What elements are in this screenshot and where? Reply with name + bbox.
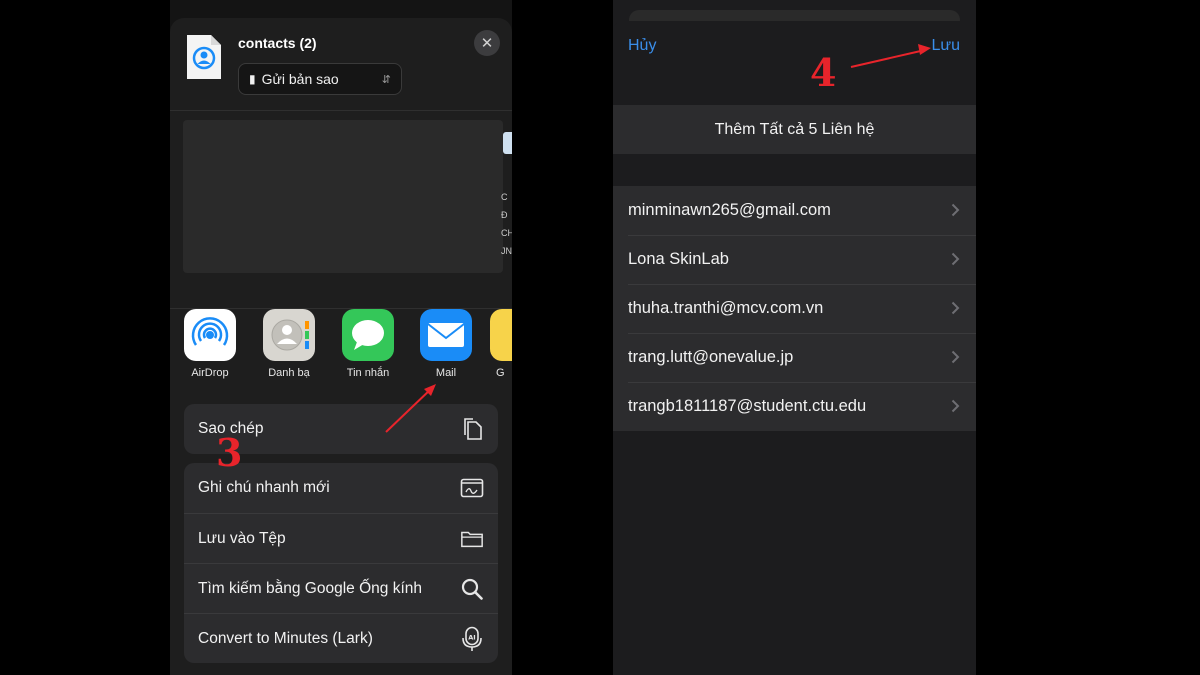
share-app-messages[interactable]: Tin nhắn bbox=[333, 309, 403, 379]
action-label: Tìm kiếm bằng Google Ống kính bbox=[198, 579, 423, 597]
contact-row[interactable]: thuha.tranthi@mcv.com.vn bbox=[613, 284, 976, 333]
quick-note-icon bbox=[460, 476, 484, 500]
action-label: Lưu vào Tệp bbox=[198, 529, 286, 547]
share-actions-group: Ghi chú nhanh mới Lưu vào Tệp Tìm kiếm b… bbox=[184, 463, 498, 663]
annotation-arrow-4 bbox=[850, 44, 931, 68]
close-icon: ✕ bbox=[480, 35, 494, 52]
copy-icon bbox=[460, 417, 484, 441]
share-sheet-header: contacts (2) ▮ Gửi bản sao ⇵ ✕ bbox=[170, 18, 512, 111]
add-all-contacts-button[interactable]: Thêm Tất cả 5 Liên hệ bbox=[613, 105, 976, 154]
step-marker-4: 4 bbox=[810, 50, 837, 95]
contact-list: minminawn265@gmail.com Lona SkinLab thuh… bbox=[613, 186, 976, 431]
step-marker-3: 3 bbox=[216, 430, 243, 475]
file-preview bbox=[183, 120, 503, 273]
mail-icon bbox=[420, 309, 472, 361]
app-label: Danh bạ bbox=[268, 367, 310, 379]
action-convert-minutes[interactable]: Convert to Minutes (Lark) AI bbox=[184, 613, 498, 663]
airdrop-icon bbox=[184, 309, 236, 361]
contact-name: thuha.tranthi@mcv.com.vn bbox=[628, 299, 824, 317]
preview-peek-text: C Đ CH JN bbox=[501, 192, 512, 256]
app-label: AirDrop bbox=[191, 367, 229, 379]
share-app-airdrop[interactable]: AirDrop bbox=[175, 309, 245, 379]
chevron-right-icon bbox=[951, 301, 960, 315]
contact-row[interactable]: trangb1811187@student.ctu.edu bbox=[613, 382, 976, 431]
save-button[interactable]: Lưu bbox=[931, 37, 960, 55]
action-google-lens[interactable]: Tìm kiếm bằng Google Ống kính bbox=[184, 563, 498, 613]
contact-name: trangb1811187@student.ctu.edu bbox=[628, 397, 867, 415]
share-app-row: AirDrop Danh bạ Tin nhắn Mail G bbox=[170, 308, 512, 389]
contact-name: Lona SkinLab bbox=[628, 250, 729, 268]
share-app-partial[interactable]: G bbox=[490, 309, 512, 379]
chevron-right-icon bbox=[951, 252, 960, 266]
folder-icon bbox=[460, 527, 484, 551]
add-contacts-screen: Hủy Lưu Thêm Tất cả 5 Liên hệ minminawn2… bbox=[613, 0, 976, 675]
share-app-contacts[interactable]: Danh bạ bbox=[254, 309, 324, 379]
send-copy-label: Gửi bản sao bbox=[261, 71, 339, 87]
contact-row[interactable]: Lona SkinLab bbox=[613, 235, 976, 284]
share-sheet-screen: contacts (2) ▮ Gửi bản sao ⇵ ✕ C Đ CH JN bbox=[170, 0, 512, 675]
notes-icon bbox=[490, 309, 512, 361]
contact-name: minminawn265@gmail.com bbox=[628, 201, 831, 219]
app-label: Mail bbox=[435, 367, 457, 379]
cancel-button[interactable]: Hủy bbox=[628, 37, 656, 55]
contact-name: trang.lutt@onevalue.jp bbox=[628, 348, 794, 366]
chevron-right-icon bbox=[951, 350, 960, 364]
action-label: Convert to Minutes (Lark) bbox=[198, 629, 373, 647]
messages-icon bbox=[342, 309, 394, 361]
action-save-to-files[interactable]: Lưu vào Tệp bbox=[184, 513, 498, 563]
add-contacts-modal: Hủy Lưu Thêm Tất cả 5 Liên hệ minminawn2… bbox=[613, 21, 976, 675]
background-app bbox=[170, 0, 512, 18]
contact-row[interactable]: minminawn265@gmail.com bbox=[613, 186, 976, 235]
ai-mic-icon: AI bbox=[460, 626, 484, 651]
annotation-arrow-3 bbox=[385, 384, 436, 433]
share-app-mail[interactable]: Mail bbox=[411, 309, 481, 379]
chevron-right-icon bbox=[951, 203, 960, 217]
chevron-updown-icon: ⇵ bbox=[381, 73, 391, 86]
share-sheet: contacts (2) ▮ Gửi bản sao ⇵ ✕ C Đ CH JN bbox=[170, 18, 512, 675]
app-label: Tin nhắn bbox=[346, 367, 390, 379]
contact-row[interactable]: trang.lutt@onevalue.jp bbox=[613, 333, 976, 382]
search-icon bbox=[460, 577, 484, 601]
action-label: Ghi chú nhanh mới bbox=[198, 479, 330, 496]
contact-file-icon bbox=[187, 35, 221, 79]
preview-thumbnail bbox=[503, 132, 512, 154]
svg-text:AI: AI bbox=[468, 633, 475, 641]
app-label: G bbox=[496, 367, 505, 379]
file-title: contacts (2) bbox=[238, 35, 317, 51]
send-copy-selector[interactable]: ▮ Gửi bản sao ⇵ bbox=[238, 63, 402, 95]
document-icon: ▮ bbox=[249, 72, 256, 86]
close-button[interactable]: ✕ bbox=[474, 30, 500, 56]
chevron-right-icon bbox=[951, 399, 960, 413]
contacts-icon bbox=[263, 309, 315, 361]
